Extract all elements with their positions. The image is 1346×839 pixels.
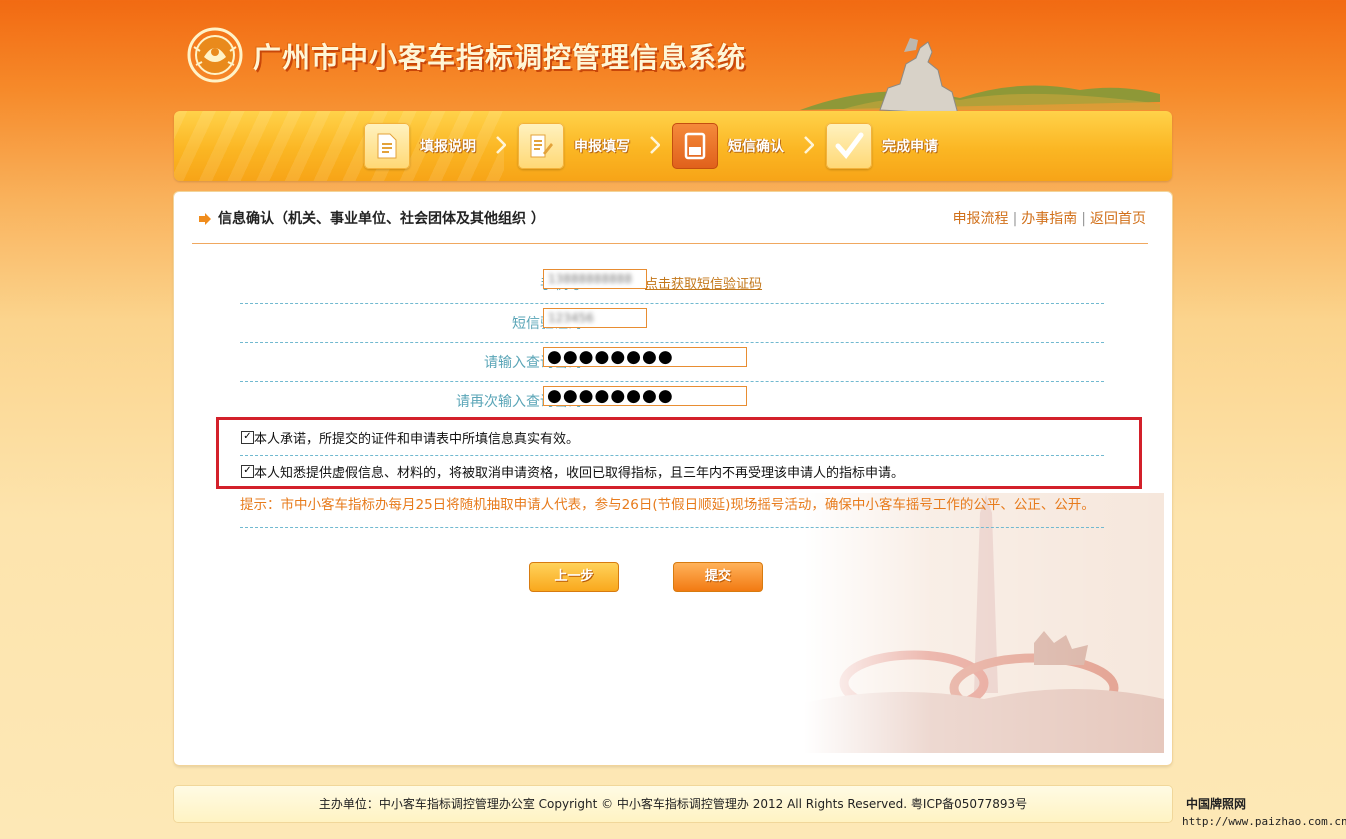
emblem-logo-icon: [187, 27, 243, 83]
phone-icon: [672, 123, 718, 169]
step-label: 申报填写: [574, 139, 630, 155]
agreement-row-1: ✓ 本人承诺，所提交的证件和申请表中所填信息真实有效。: [240, 421, 1104, 456]
submit-button[interactable]: 提交: [673, 562, 763, 592]
step-label: 短信确认: [728, 139, 784, 155]
link-guide[interactable]: 办事指南: [1021, 211, 1077, 227]
checkmark-icon: [826, 123, 872, 169]
edit-form-icon: [518, 123, 564, 169]
link-separator: |: [1081, 211, 1086, 227]
password-confirm-row: 请再次输入查询密码： ●●●●●●●●: [240, 382, 1104, 420]
password-confirm-input[interactable]: ●●●●●●●●: [543, 386, 747, 406]
chevron-right-icon: [650, 136, 660, 154]
header-links: 申报流程 | 办事指南 | 返回首页: [953, 208, 1146, 228]
header: 广州市中小客车指标调控管理信息系统: [0, 0, 1346, 112]
password-row: 请输入查询密码： ●●●●●●●●: [240, 343, 1104, 382]
chevron-right-icon: [804, 136, 814, 154]
step-sms-confirm: 短信确认: [672, 122, 784, 170]
watermark-name: 中国牌照网: [1186, 797, 1247, 811]
document-icon: [364, 123, 410, 169]
chevron-right-icon: [496, 136, 506, 154]
phone-row: 手机号： 13888888888 点击获取短信验证码: [240, 265, 1104, 304]
agreement-text-2: 本人知悉提供虚假信息、材料的，将被取消申请资格，收回已取得指标，且三年内不再受理…: [254, 466, 905, 481]
watermark-url: http://www.paizhao.com.cn: [1182, 815, 1346, 828]
form-card: 信息确认（机关、事业单位、社会团体及其他组织 ） 申报流程 | 办事指南 | 返回首页 …: [174, 192, 1172, 765]
link-process[interactable]: 申报流程: [953, 211, 1009, 227]
page-title: 信息确认（机关、事业单位、社会团体及其他组织 ）: [218, 211, 545, 227]
card-header: 信息确认（机关、事业单位、社会团体及其他组织 ） 申报流程 | 办事指南 | 返回首页: [192, 207, 1148, 244]
previous-step-button[interactable]: 上一步: [529, 562, 619, 592]
arrow-right-icon: [199, 213, 211, 225]
progress-steps-bar: 填报说明 申报填写 短信确认 完成申请: [174, 111, 1172, 181]
step-complete: 完成申请: [826, 122, 938, 170]
password-input[interactable]: ●●●●●●●●: [543, 347, 747, 367]
link-separator: |: [1012, 211, 1018, 227]
agreement-checkbox-1[interactable]: ✓: [241, 431, 254, 444]
five-rams-statue-illustration: [800, 38, 1160, 112]
system-title: 广州市中小客车指标调控管理信息系统: [253, 41, 747, 74]
agreement-text-1: 本人承诺，所提交的证件和申请表中所填信息真实有效。: [254, 432, 580, 447]
notice-tip: 提示：市中小客车指标办每月25日将随机抽取申请人代表，参与26日(节假日顺延)现…: [240, 497, 1104, 528]
agreement-row-2: ✓ 本人知悉提供虚假信息、材料的，将被取消申请资格，收回已取得指标，且三年内不再…: [240, 455, 1104, 489]
step-label: 填报说明: [420, 139, 476, 155]
sms-code-input[interactable]: 123456: [543, 308, 647, 328]
phone-input[interactable]: 13888888888: [543, 269, 647, 289]
step-fill-instructions: 填报说明: [364, 122, 476, 170]
sms-code-row: 短信验证码： 123456: [240, 304, 1104, 343]
city-monument-background: [804, 493, 1164, 753]
link-home[interactable]: 返回首页: [1090, 211, 1146, 227]
agreement-checkbox-2[interactable]: ✓: [241, 465, 254, 478]
step-label: 完成申请: [882, 139, 938, 155]
get-sms-code-link[interactable]: 点击获取短信验证码: [645, 273, 762, 292]
footer: 主办单位：中小客车指标调控管理办公室 Copyright © 中小客车指标调控管…: [174, 786, 1172, 822]
step-fill-application: 申报填写: [518, 122, 630, 170]
